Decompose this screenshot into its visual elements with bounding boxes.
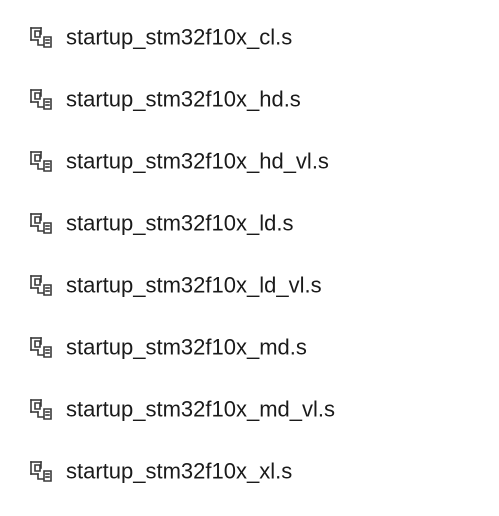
file-name: startup_stm32f10x_hd.s — [66, 86, 301, 112]
file-item[interactable]: startup_stm32f10x_xl.s — [0, 441, 499, 503]
file-name: startup_stm32f10x_ld.s — [66, 210, 294, 236]
file-name: startup_stm32f10x_ld_vl.s — [66, 272, 322, 298]
assembly-source-file-icon — [27, 459, 57, 485]
assembly-source-file-icon — [27, 211, 57, 237]
assembly-source-file-icon — [27, 273, 57, 299]
file-name: startup_stm32f10x_md_vl.s — [66, 396, 336, 422]
file-item[interactable]: startup_stm32f10x_hd.s — [0, 69, 499, 131]
file-name: startup_stm32f10x_md.s — [66, 334, 307, 360]
assembly-source-file-icon — [27, 397, 57, 423]
file-item[interactable]: startup_stm32f10x_ld_vl.s — [0, 255, 499, 317]
assembly-source-file-icon — [27, 335, 57, 361]
file-list: startup_stm32f10x_cl.s startup_stm32f10x… — [0, 7, 499, 503]
file-item[interactable]: startup_stm32f10x_hd_vl.s — [0, 131, 499, 193]
file-item[interactable]: startup_stm32f10x_md_vl.s — [0, 379, 499, 441]
assembly-source-file-icon — [27, 87, 57, 113]
assembly-source-file-icon — [27, 25, 57, 51]
file-item[interactable]: startup_stm32f10x_ld.s — [0, 193, 499, 255]
file-item[interactable]: startup_stm32f10x_cl.s — [0, 7, 499, 69]
assembly-source-file-icon — [27, 149, 57, 175]
file-item[interactable]: startup_stm32f10x_md.s — [0, 317, 499, 379]
file-name: startup_stm32f10x_cl.s — [66, 24, 293, 50]
file-name: startup_stm32f10x_xl.s — [66, 458, 293, 484]
file-name: startup_stm32f10x_hd_vl.s — [66, 148, 329, 174]
